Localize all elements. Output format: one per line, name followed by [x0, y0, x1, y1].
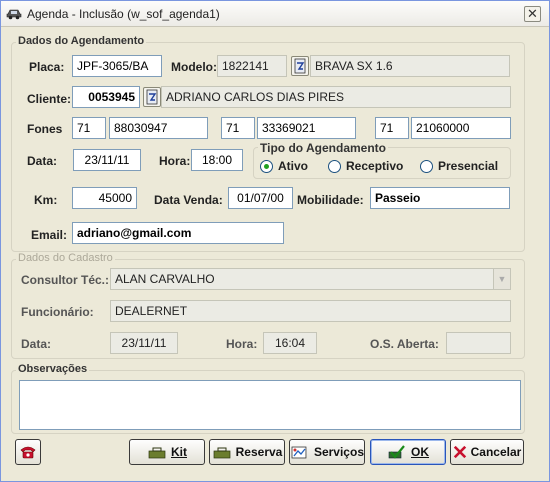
cad-hora-label: Hora:: [226, 337, 258, 351]
phone-button[interactable]: [15, 439, 41, 465]
cliente-name-field: ADRIANO CARLOS DIAS PIRES: [161, 86, 511, 108]
consultor-select: ALAN CARVALHO ▼: [110, 268, 511, 290]
cancelar-label: Cancelar: [470, 445, 522, 459]
fone3-ddd-field[interactable]: 71: [375, 117, 409, 139]
close-button[interactable]: ✕: [524, 6, 541, 22]
kit-button[interactable]: Kit: [129, 439, 205, 465]
consultor-label: Consultor Téc.:: [21, 273, 110, 287]
cadastro-group-title: Dados do Cadastro: [16, 252, 115, 264]
email-field[interactable]: adriano@gmail.com: [72, 222, 284, 244]
lookup-icon: [146, 89, 158, 105]
radio-ativo[interactable]: Ativo: [260, 159, 308, 173]
email-label: Email:: [31, 228, 68, 242]
cad-data-label: Data:: [21, 337, 52, 351]
fone1-number-field[interactable]: 88030947: [109, 117, 208, 139]
car-icon: [6, 9, 22, 20]
data-field[interactable]: 23/11/11: [73, 149, 141, 171]
fone2-number-field[interactable]: 33369021: [257, 117, 356, 139]
radio-presencial-indicator: [420, 159, 433, 173]
chevron-down-icon: ▼: [493, 269, 510, 289]
agendamento-group-title: Dados do Agendamento: [16, 35, 147, 47]
servicos-icon: [291, 446, 307, 459]
radio-receptivo-indicator: [328, 159, 341, 173]
data-venda-field[interactable]: 01/07/00: [228, 187, 293, 209]
window-title: Agenda - Inclusão (w_sof_agenda1): [27, 7, 220, 21]
fone1-ddd-field[interactable]: 71: [72, 117, 106, 139]
close-icon: ✕: [527, 6, 538, 21]
fone3-number-field[interactable]: 21060000: [411, 117, 511, 139]
hora-field[interactable]: 18:00: [191, 149, 243, 171]
radio-receptivo[interactable]: Receptivo: [328, 159, 403, 173]
agenda-window: Agenda - Inclusão (w_sof_agenda1) ✕ Dado…: [0, 0, 550, 482]
lookup-icon: [294, 58, 306, 74]
radio-presencial[interactable]: Presencial: [420, 159, 498, 173]
cliente-label: Cliente:: [27, 92, 72, 106]
mobilidade-label: Mobilidade:: [297, 193, 364, 207]
kit-icon: [148, 447, 166, 459]
consultor-value: ALAN CARVALHO: [115, 272, 215, 286]
cad-hora-field: 16:04: [263, 332, 317, 354]
os-aberta-label: O.S. Aberta:: [370, 337, 439, 351]
cancel-x-icon: [453, 445, 466, 459]
tipo-agendamento-title: Tipo do Agendamento: [258, 141, 388, 155]
os-aberta-field: [446, 332, 511, 354]
data-label: Data:: [27, 154, 58, 168]
modelo-desc-field: BRAVA SX 1.6: [310, 55, 510, 77]
modelo-label: Modelo:: [171, 60, 217, 74]
hora-label: Hora:: [159, 154, 191, 168]
kit-label: Kit: [171, 445, 187, 459]
modelo-code-field: 1822141: [217, 55, 287, 77]
servicos-label: Serviços: [313, 445, 364, 459]
fones-label: Fones: [27, 122, 63, 136]
observacoes-group-title: Observações: [16, 363, 90, 375]
ok-label: OK: [411, 445, 429, 459]
reserva-icon: [213, 447, 230, 459]
funcionario-field: DEALERNET: [110, 300, 511, 322]
observacoes-textarea[interactable]: [19, 380, 521, 430]
modelo-lookup-button[interactable]: [291, 56, 309, 76]
radio-presencial-label: Presencial: [438, 159, 499, 173]
reserva-label: Reserva: [235, 445, 283, 459]
radio-ativo-indicator: [260, 159, 273, 173]
radio-receptivo-label: Receptivo: [346, 159, 404, 173]
reserva-button[interactable]: Reserva: [209, 439, 285, 465]
km-label: Km:: [34, 193, 58, 207]
cad-data-field: 23/11/11: [110, 332, 178, 354]
telephone-icon: [20, 446, 36, 459]
ok-button[interactable]: OK: [370, 439, 446, 465]
placa-field[interactable]: JPF-3065/BA: [72, 55, 162, 77]
cliente-code-field[interactable]: 0053945: [72, 86, 140, 108]
mobilidade-field[interactable]: Passeio: [370, 187, 510, 209]
fone2-ddd-field[interactable]: 71: [221, 117, 255, 139]
radio-ativo-label: Ativo: [278, 159, 308, 173]
title-bar: Agenda - Inclusão (w_sof_agenda1) ✕: [1, 1, 549, 27]
cliente-lookup-button[interactable]: [143, 87, 161, 107]
ok-icon: [388, 445, 405, 459]
data-venda-label: Data Venda:: [154, 193, 223, 207]
servicos-button[interactable]: Serviços: [289, 439, 365, 465]
placa-label: Placa:: [29, 60, 65, 74]
cancelar-button[interactable]: Cancelar: [450, 439, 524, 465]
km-field[interactable]: 45000: [72, 187, 137, 209]
funcionario-label: Funcionário:: [21, 305, 94, 319]
